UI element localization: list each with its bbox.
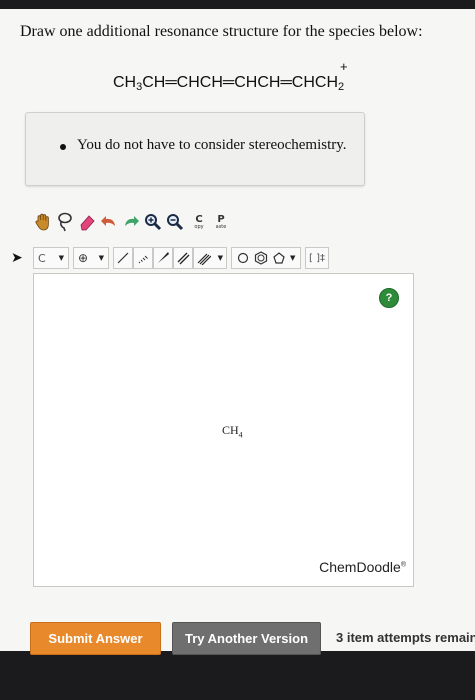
chemical-formula: CH3CH═CHCH═CHCH═CHCH2	[113, 74, 345, 93]
bracket-label: [ ]‡	[309, 252, 325, 264]
hint-text: You do not have to consider stereochemis…	[77, 137, 347, 153]
try-another-version-button[interactable]: Try Another Version	[172, 622, 321, 655]
chemdoodle-canvas[interactable]: ? CH4 ChemDoodle®	[33, 273, 414, 587]
double-bond-button[interactable]	[173, 247, 193, 269]
copy-label: C	[195, 213, 203, 225]
bullet-icon	[60, 144, 66, 150]
dropdown-arrow-icon: ▼	[58, 254, 64, 262]
undo-icon[interactable]	[99, 211, 119, 233]
zoom-out-icon[interactable]	[165, 211, 185, 233]
cyclopentane-icon	[273, 252, 285, 264]
dropdown-arrow-icon: ▼	[98, 254, 104, 262]
bond-type-selector[interactable]: ▼	[193, 247, 227, 269]
wedge-bond-button[interactable]	[153, 247, 173, 269]
charge-label: ⊕	[78, 251, 89, 265]
hashed-bond-button[interactable]	[133, 247, 153, 269]
cyclohexane-icon	[237, 252, 248, 264]
dropdown-arrow-icon: ▼	[289, 254, 296, 262]
atom-label: C	[38, 251, 46, 265]
hashed-bond-icon	[138, 255, 148, 264]
chemdoodle-toolbar-bottom: C ▼ ⊕ ▼ ▼ ▼ [ ]‡	[33, 247, 333, 271]
copy-sub: opy	[194, 223, 204, 230]
single-bond-button[interactable]	[113, 247, 133, 269]
question-text: Draw one additional resonance structure …	[20, 23, 423, 40]
double-bond-icon	[177, 252, 190, 265]
zoom-in-icon[interactable]	[143, 211, 163, 233]
atom-selector[interactable]: C ▼	[33, 247, 69, 269]
ring-tool-group[interactable]: ▼	[231, 247, 301, 269]
attempts-remaining: 3 item attempts remainin	[336, 630, 475, 645]
charge-symbol: +	[340, 59, 348, 74]
paste-label: P	[217, 213, 225, 225]
benzene-icon	[254, 251, 267, 265]
submit-answer-button[interactable]: Submit Answer	[30, 622, 161, 655]
paste-icon[interactable]: P aste	[211, 211, 231, 233]
bracket-tool-button[interactable]: [ ]‡	[305, 247, 329, 269]
eraser-icon[interactable]	[77, 211, 97, 233]
paste-sub: aste	[215, 223, 227, 230]
charge-selector[interactable]: ⊕ ▼	[73, 247, 109, 269]
hint-box: You do not have to consider stereochemis…	[25, 112, 365, 186]
copy-icon[interactable]: C opy	[189, 211, 209, 233]
methane-label: CH4	[222, 423, 243, 440]
wedge-bond-icon	[158, 252, 169, 263]
mouse-cursor-icon: ➤	[11, 250, 23, 266]
hand-icon[interactable]	[33, 211, 53, 233]
triple-bond-icon	[197, 253, 211, 265]
question-page: Draw one additional resonance structure …	[0, 9, 475, 651]
help-icon[interactable]: ?	[379, 288, 399, 308]
dropdown-arrow-icon: ▼	[217, 254, 223, 262]
chemdoodle-toolbar-top: C opy P aste	[33, 208, 233, 238]
chemdoodle-brand: ChemDoodle®	[319, 559, 406, 575]
redo-icon[interactable]	[121, 211, 141, 233]
single-bond-icon	[117, 252, 129, 264]
lasso-icon[interactable]	[55, 211, 75, 233]
